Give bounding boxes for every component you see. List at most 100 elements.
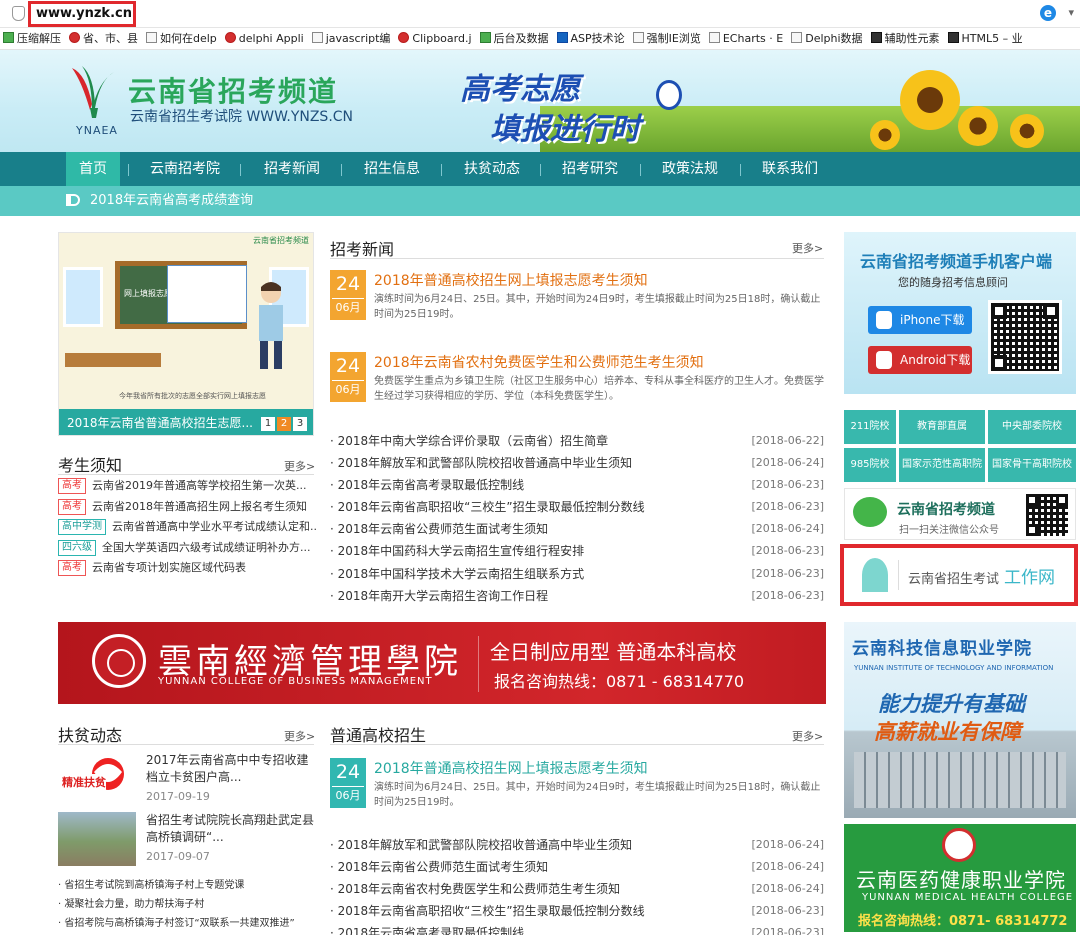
work-site-link[interactable]: 云南省招生考试 工作网 bbox=[840, 544, 1078, 606]
bookmark-item[interactable]: 压缩解压 bbox=[0, 28, 66, 49]
list-item[interactable]: 高考 云南省专项计划实施区域代码表 bbox=[58, 558, 318, 579]
list-item[interactable]: · 2018年中国药科大学云南招生宣传组行程安排 [2018-06-23] bbox=[330, 540, 824, 562]
exam-notes-title: 考生须知 bbox=[58, 456, 123, 475]
nav-poverty[interactable]: 扶贫动态 bbox=[450, 152, 534, 186]
news-title-link[interactable]: 2018年普通高校招生网上填报志愿考生须知 bbox=[374, 758, 648, 778]
list-item-text[interactable]: · 2018年解放军和武警部队院校招收普通高中毕业生须知 bbox=[330, 456, 632, 470]
list-item-text[interactable]: · 2018年云南省高考录取最低控制线 bbox=[330, 478, 524, 492]
list-item-text[interactable]: 全国大学英语四六级考试成绩证明补办方... bbox=[102, 541, 311, 554]
list-item-text[interactable]: 云南省专项计划实施区域代码表 bbox=[92, 561, 246, 574]
featured-news-item[interactable]: 24 06月 2018年普通高校招生网上填报志愿考生须知 演练时间为6月24日、… bbox=[330, 758, 826, 820]
bookmark-item[interactable]: 辅助性元素 bbox=[868, 28, 945, 49]
list-item-text[interactable]: 云南省2018年普通高招生网上报名考生须知 bbox=[92, 500, 307, 513]
list-item-text[interactable]: · 2018年中国科学技术大学云南招生组联系方式 bbox=[330, 567, 584, 581]
bookmark-item[interactable]: 强制IE浏览 bbox=[630, 28, 706, 49]
link-moe-direct[interactable]: 教育部直属 bbox=[899, 410, 985, 444]
list-item[interactable]: · 2018年云南省公费师范生面试考生须知 [2018-06-24] bbox=[330, 856, 824, 878]
iphone-download-button[interactable]: iPhone下载 bbox=[868, 306, 972, 334]
url-field[interactable]: www.ynzk.cn bbox=[28, 1, 136, 27]
nav-policy[interactable]: 政策法规 bbox=[648, 152, 732, 186]
list-item[interactable]: · 2018年解放军和武警部队院校招收普通高中毕业生须知 [2018-06-24] bbox=[330, 834, 824, 856]
bookmark-item[interactable]: Clipboard.j bbox=[395, 28, 476, 49]
list-item-text[interactable]: · 2018年南开大学云南招生咨询工作日程 bbox=[330, 589, 548, 603]
list-item-text[interactable]: 云南省2019年普通高等学校招生第一次英... bbox=[92, 479, 306, 492]
bookmark-item[interactable]: 如何在delp bbox=[143, 28, 222, 49]
list-item-text[interactable]: · 2018年云南省高职招收“三校生”招生录取最低控制分数线 bbox=[330, 500, 645, 514]
exam-notes-more-link[interactable]: 更多> bbox=[284, 458, 315, 474]
featured-news-item[interactable]: 24 06月 2018年云南省农村免费医学生和公费师范生考生须知 免费医学生重点… bbox=[330, 352, 826, 414]
link-backbone-vocational[interactable]: 国家骨干高职院校 bbox=[988, 448, 1076, 482]
college-banner-ad[interactable]: 雲南經濟管理學院 YUNNAN COLLEGE OF BUSINESS MANA… bbox=[58, 622, 826, 704]
tech-college-ad[interactable]: 云南科技信息职业学院 YUNNAN INSTITUTE OF TECHNOLOG… bbox=[844, 622, 1076, 818]
list-item-text[interactable]: 云南省普通高中学业水平考试成绩认定和... bbox=[112, 520, 318, 533]
bookmark-item[interactable]: ASP技术论 bbox=[554, 28, 630, 49]
bookmark-item[interactable]: delphi Appli bbox=[222, 28, 309, 49]
nav-admission-info[interactable]: 招生信息 bbox=[350, 152, 434, 186]
list-item[interactable]: · 省招生考试院到高桥镇海子村上专题党课 bbox=[58, 876, 318, 895]
list-item[interactable]: · 2018年云南省高职招收“三校生”招生录取最低控制分数线 [2018-06-2… bbox=[330, 496, 824, 518]
slide-page-3[interactable]: 3 bbox=[293, 417, 307, 431]
nav-exam-institute[interactable]: 云南招考院 bbox=[140, 152, 230, 186]
bookmark-item[interactable]: 省、市、县 bbox=[66, 28, 143, 49]
image-slider[interactable]: 云南省招考频道 网上填报志愿 今年我省所有批次的志愿全部实行网上填报志愿 201… bbox=[58, 232, 314, 436]
notice-link[interactable]: 2018年云南省高考成绩查询 bbox=[90, 186, 253, 216]
nav-home[interactable]: 首页 bbox=[66, 152, 120, 186]
list-item-text[interactable]: · 2018年云南省农村免费医学生和公费师范生考生须知 bbox=[330, 882, 620, 896]
list-item[interactable]: · 2018年云南省高考录取最低控制线 [2018-06-23] bbox=[330, 922, 824, 935]
bookmark-item[interactable]: javascript编 bbox=[309, 28, 396, 49]
list-item[interactable]: · 2018年云南省农村免费医学生和公费师范生考生须知 [2018-06-24] bbox=[330, 878, 824, 900]
list-item-text[interactable]: · 2018年云南省公费师范生面试考生须知 bbox=[330, 860, 548, 874]
list-item[interactable]: · 2018年中国科学技术大学云南招生组联系方式 [2018-06-23] bbox=[330, 563, 824, 585]
link-985[interactable]: 985院校 bbox=[844, 448, 896, 482]
general-admission-more-link[interactable]: 更多> bbox=[792, 728, 823, 744]
nav-exam-news[interactable]: 招考新闻 bbox=[250, 152, 334, 186]
poverty-news-item[interactable]: 精准扶贫 2017年云南省高中中专招收建档立卡贫困户高... 2017-09-1… bbox=[58, 752, 318, 808]
list-item[interactable]: 高考 云南省2018年普通高招生网上报名考生须知 bbox=[58, 497, 318, 518]
list-item[interactable]: · 2018年云南省高职招收“三校生”招生录取最低控制分数线 [2018-06-2… bbox=[330, 900, 824, 922]
bookmark-item[interactable]: Delphi数据 bbox=[788, 28, 867, 49]
list-item-text[interactable]: · 2018年云南省公费师范生面试考生须知 bbox=[330, 522, 548, 536]
android-download-button[interactable]: Android下载 bbox=[868, 346, 972, 374]
slide-page-1[interactable]: 1 bbox=[261, 417, 275, 431]
chevron-down-icon[interactable]: ▾ bbox=[1068, 6, 1074, 19]
wechat-promo[interactable]: 云南省招考频道 扫一扫关注微信公众号 bbox=[844, 488, 1076, 540]
link-demo-vocational[interactable]: 国家示范性高职院 bbox=[899, 448, 985, 482]
list-item-text[interactable]: · 2018年解放军和武警部队院校招收普通高中毕业生须知 bbox=[330, 838, 632, 852]
poverty-news-item[interactable]: 省招生考试院院长高翔赴武定县高桥镇调研“... 2017-09-07 bbox=[58, 812, 318, 868]
list-item[interactable]: · 2018年中南大学综合评价录取（云南省）招生简章 [2018-06-22] bbox=[330, 430, 824, 452]
list-item[interactable]: 高考 云南省2019年普通高等学校招生第一次英... bbox=[58, 476, 318, 497]
list-item[interactable]: · 省招考院与高桥镇海子村签订“双联系一共建双推进” bbox=[58, 914, 318, 933]
news-more-link[interactable]: 更多> bbox=[792, 240, 823, 256]
nav-contact[interactable]: 联系我们 bbox=[748, 152, 832, 186]
poverty-more-link[interactable]: 更多> bbox=[284, 728, 315, 744]
featured-news-item[interactable]: 24 06月 2018年普通高校招生网上填报志愿考生须知 演练时间为6月24日、… bbox=[330, 270, 826, 332]
list-item[interactable]: 高中学测 云南省普通高中学业水平考试成绩认定和... bbox=[58, 517, 318, 538]
list-item-text[interactable]: · 2018年中南大学综合评价录取（云南省）招生简章 bbox=[330, 434, 608, 448]
news-title-link[interactable]: 2018年云南省农村免费医学生和公费师范生考生须知 bbox=[374, 352, 704, 372]
list-item-text[interactable]: · 2018年云南省高职招收“三校生”招生录取最低控制分数线 bbox=[330, 904, 645, 918]
bookmark-item[interactable]: HTML5 – 业 bbox=[945, 28, 1028, 49]
list-item[interactable]: · 2018年解放军和武警部队院校招收普通高中毕业生须知 [2018-06-24] bbox=[330, 452, 824, 474]
link-central-ministry[interactable]: 中央部委院校 bbox=[988, 410, 1076, 444]
ie-mode-icon[interactable]: e bbox=[1040, 5, 1056, 21]
medical-college-ad[interactable]: 云南医药健康职业学院 YUNNAN MEDICAL HEALTH COLLEGE… bbox=[844, 824, 1076, 932]
slide-page-2[interactable]: 2 bbox=[277, 417, 291, 431]
list-item[interactable]: · 2018年云南省公费师范生面试考生须知 [2018-06-24] bbox=[330, 518, 824, 540]
tech-college-slogan-2: 高薪就业有保障 bbox=[874, 720, 1021, 744]
poverty-news-title[interactable]: 2017年云南省高中中专招收建档立卡贫困户高... bbox=[146, 752, 316, 786]
nav-research[interactable]: 招考研究 bbox=[548, 152, 632, 186]
bookmark-item[interactable]: ECharts · E bbox=[706, 28, 788, 49]
site-title[interactable]: 云南省招考频道 bbox=[128, 70, 338, 110]
bookmark-item[interactable]: 后台及数据 bbox=[477, 28, 554, 49]
list-item-text[interactable]: · 2018年中国药科大学云南招生宣传组行程安排 bbox=[330, 544, 584, 558]
list-item[interactable]: · 2018年云南省高考录取最低控制线 [2018-06-23] bbox=[330, 474, 824, 496]
poverty-news-title[interactable]: 省招生考试院院长高翔赴武定县高桥镇调研“... bbox=[146, 812, 316, 846]
security-icon[interactable] bbox=[12, 6, 25, 21]
list-item[interactable]: 四六级 全国大学英语四六级考试成绩证明补办方... bbox=[58, 538, 318, 559]
list-item[interactable]: · 2018年南开大学云南招生咨询工作日程 [2018-06-23] bbox=[330, 585, 824, 607]
ynaea-logo-icon[interactable] bbox=[68, 64, 118, 120]
list-item-text[interactable]: · 2018年云南省高考录取最低控制线 bbox=[330, 926, 524, 935]
news-title-link[interactable]: 2018年普通高校招生网上填报志愿考生须知 bbox=[374, 270, 648, 290]
link-211[interactable]: 211院校 bbox=[844, 410, 896, 444]
list-item[interactable]: · 凝聚社会力量，助力帮扶海子村 bbox=[58, 895, 318, 914]
